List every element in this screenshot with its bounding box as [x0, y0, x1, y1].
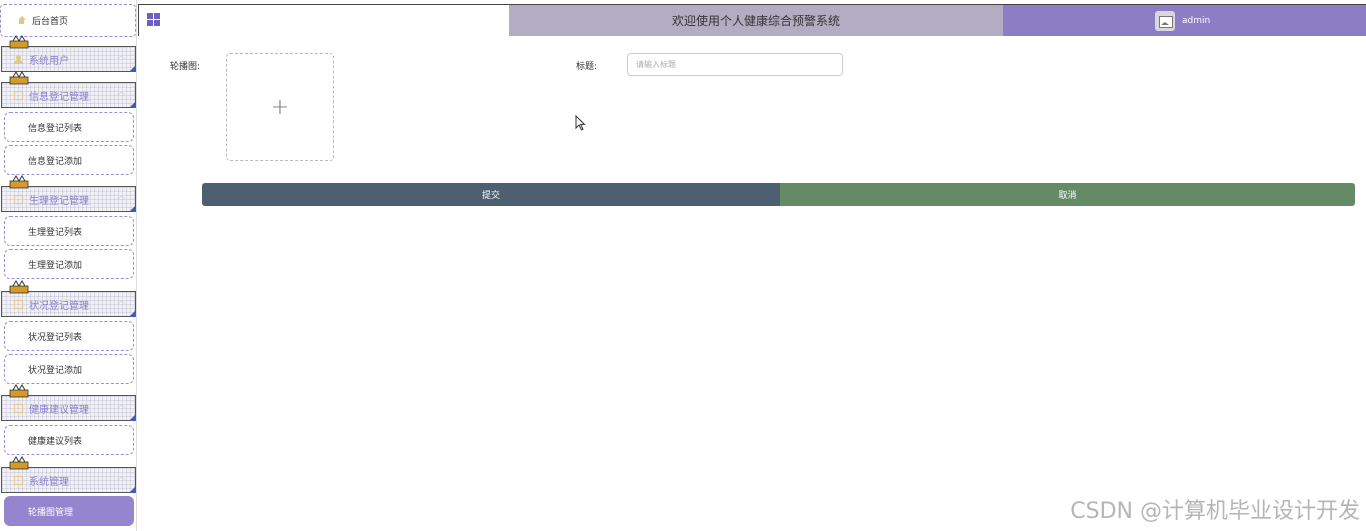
sidebar-item-physiology-add[interactable]: 生理登记添加	[4, 249, 134, 279]
page-title: 欢迎使用个人健康综合预警系统	[509, 5, 1003, 36]
sidebar-group-system-users[interactable]: 系统用户 ︿	[1, 35, 136, 72]
sidebar-group-label: 健康建议管理	[29, 404, 89, 416]
sidebar-item-condition-add[interactable]: 状况登记添加	[4, 354, 134, 384]
chevron-up-icon: ︿	[117, 87, 125, 96]
binder-clip-icon	[9, 175, 29, 189]
sidebar-item-carousel-management[interactable]: 轮播图管理	[4, 496, 134, 526]
avatar-icon[interactable]	[1155, 10, 1175, 31]
chevron-up-icon: ︿	[117, 472, 125, 481]
sidebar-item-label: 后台首页	[32, 17, 69, 27]
chevron-up-icon: ︿	[117, 191, 125, 200]
header-left	[138, 5, 509, 36]
binder-clip-icon	[9, 456, 29, 470]
sidebar-group-condition-registration[interactable]: 状况登记管理 ︿	[1, 280, 136, 317]
mouse-cursor-icon	[575, 115, 586, 131]
sidebar-item-home[interactable]: 后台首页	[0, 4, 136, 37]
page-corner-icon	[129, 101, 136, 108]
title-input[interactable]	[627, 53, 843, 76]
sidebar-item-physiology-list[interactable]: 生理登记列表	[4, 216, 134, 246]
sidebar-item-condition-list[interactable]: 状况登记列表	[4, 321, 134, 351]
user-icon	[14, 54, 23, 64]
page-corner-icon	[129, 205, 136, 212]
user-area[interactable]: admin	[1003, 5, 1366, 36]
title-label: 标题:	[576, 62, 598, 72]
chevron-up-icon: ︿	[117, 296, 125, 305]
document-icon	[14, 194, 23, 204]
sidebar-group-health-advice[interactable]: 健康建议管理 ︿	[1, 384, 136, 421]
page-corner-icon	[129, 486, 136, 493]
username[interactable]: admin	[1182, 16, 1210, 26]
sidebar-group-physiology-registration[interactable]: 生理登记管理 ︿	[1, 175, 136, 212]
sidebar-group-label: 状况登记管理	[29, 300, 89, 312]
sidebar-item-advice-list[interactable]: 健康建议列表	[4, 425, 134, 455]
document-icon	[14, 299, 23, 309]
submit-button[interactable]: 提交	[202, 183, 780, 206]
page-corner-icon	[129, 414, 136, 421]
page-corner-icon	[129, 310, 136, 317]
binder-clip-icon	[9, 71, 29, 85]
sidebar: 后台首页 系统用户 ︿ 信息登记管理 ︿ 信息登记列表 信息登记添加 生理登记管…	[0, 0, 137, 531]
binder-clip-icon	[9, 280, 29, 294]
sidebar-group-label: 生理登记管理	[29, 195, 89, 207]
settings-doc-icon	[14, 475, 23, 485]
image-upload[interactable]: +	[226, 53, 334, 161]
cancel-button[interactable]: 取消	[780, 183, 1355, 206]
chevron-up-icon: ︿	[117, 400, 125, 409]
sidebar-item-info-list[interactable]: 信息登记列表	[4, 112, 134, 142]
plus-icon: +	[270, 94, 290, 120]
sidebar-group-info-registration[interactable]: 信息登记管理 ︿	[1, 71, 136, 108]
sidebar-item-info-add[interactable]: 信息登记添加	[4, 145, 134, 175]
sidebar-group-label: 信息登记管理	[29, 91, 89, 103]
menu-grid-icon[interactable]	[147, 13, 160, 26]
image-label: 轮播图:	[170, 62, 201, 72]
home-icon	[17, 16, 26, 25]
top-header: 欢迎使用个人健康综合预警系统 admin	[138, 4, 1366, 36]
page-corner-icon	[129, 65, 136, 72]
binder-clip-icon	[9, 35, 29, 49]
watermark: CSDN @计算机毕业设计开发	[1070, 499, 1360, 524]
chevron-up-icon: ︿	[117, 51, 125, 60]
sidebar-group-system-management[interactable]: 系统管理 ︿	[1, 456, 136, 493]
sidebar-group-label: 系统用户	[29, 55, 69, 67]
document-icon	[14, 403, 23, 413]
sidebar-group-label: 系统管理	[29, 476, 69, 488]
binder-clip-icon	[9, 384, 29, 398]
document-icon	[14, 90, 23, 100]
